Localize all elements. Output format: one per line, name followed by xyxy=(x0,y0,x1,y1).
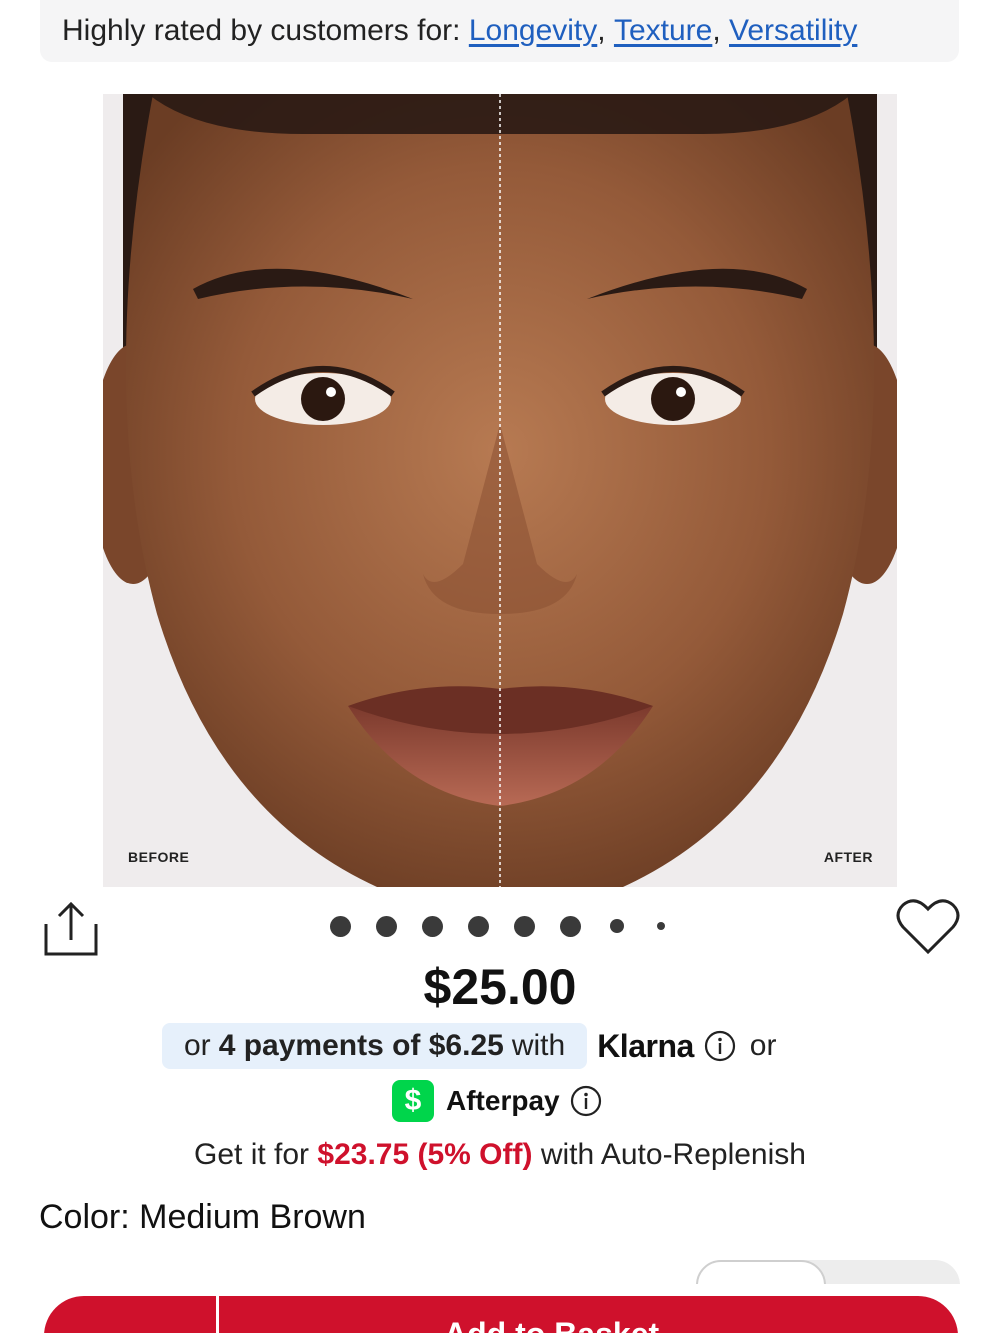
favorite-button[interactable] xyxy=(895,896,961,958)
replenish-price: $23.75 (5% Off) xyxy=(317,1138,533,1171)
carousel-dot[interactable] xyxy=(422,915,443,937)
cashapp-logo-icon: $ xyxy=(392,1080,434,1122)
rated-tag-versatility[interactable]: Versatility xyxy=(729,14,857,48)
add-to-basket-button[interactable]: Add to Basket xyxy=(44,1296,958,1333)
product-price: $25.00 xyxy=(423,959,577,1015)
klarna-payment-row: or 4 payments of $6.25 with Klarna or xyxy=(162,1023,776,1069)
view-toggle[interactable] xyxy=(696,1260,960,1284)
or-separator: or xyxy=(749,1029,777,1062)
basket-divider xyxy=(216,1296,219,1333)
klarna-installments: 4 payments of $6.25 xyxy=(218,1029,504,1062)
color-label: Color: xyxy=(39,1198,140,1236)
share-icon xyxy=(44,901,98,956)
highly-rated-prefix: Highly rated by customers for: xyxy=(62,14,461,47)
klarna-suffix: with xyxy=(511,1029,566,1062)
replenish-prefix: Get it for xyxy=(194,1138,318,1171)
add-to-basket-label: Add to Basket xyxy=(444,1316,659,1333)
afterpay-row[interactable]: $ Afterpay xyxy=(392,1080,602,1122)
product-image-carousel[interactable]: BEFORE AFTER xyxy=(103,94,897,887)
selected-color: Color: Medium Brown xyxy=(39,1198,366,1237)
carousel-dot[interactable] xyxy=(468,915,489,937)
before-after-face-image xyxy=(103,94,897,887)
carousel-dot[interactable] xyxy=(330,915,351,937)
after-label: AFTER xyxy=(823,849,873,865)
klarna-logo: Klarna xyxy=(597,1027,694,1064)
toggle-knob[interactable] xyxy=(696,1260,826,1284)
highly-rated-bar: Highly rated by customers for: Longevity… xyxy=(40,0,959,62)
afterpay-info-icon[interactable] xyxy=(570,1085,602,1117)
heart-icon xyxy=(896,899,960,955)
carousel-dot[interactable] xyxy=(514,915,535,937)
afterpay-label: Afterpay xyxy=(446,1085,560,1116)
tag-separator: , xyxy=(597,14,614,47)
auto-replenish-offer: Get it for $23.75 (5% Off) with Auto-Rep… xyxy=(0,1138,1000,1172)
carousel-dot[interactable] xyxy=(560,915,581,937)
carousel-dots[interactable] xyxy=(330,914,690,938)
rated-tag-texture[interactable]: Texture xyxy=(614,14,712,48)
tag-separator: , xyxy=(712,14,729,47)
carousel-dot[interactable] xyxy=(657,922,665,930)
klarna-info-icon[interactable] xyxy=(704,1030,736,1062)
rated-tag-longevity[interactable]: Longevity xyxy=(469,14,597,48)
klarna-prefix: or xyxy=(184,1029,211,1062)
before-label: BEFORE xyxy=(128,849,190,865)
share-button[interactable] xyxy=(40,898,102,960)
klarna-pill[interactable]: or 4 payments of $6.25 with xyxy=(162,1023,588,1069)
color-value: Medium Brown xyxy=(139,1198,366,1236)
carousel-dot[interactable] xyxy=(610,919,624,933)
carousel-dot[interactable] xyxy=(376,915,397,937)
replenish-suffix: with Auto-Replenish xyxy=(532,1138,806,1171)
